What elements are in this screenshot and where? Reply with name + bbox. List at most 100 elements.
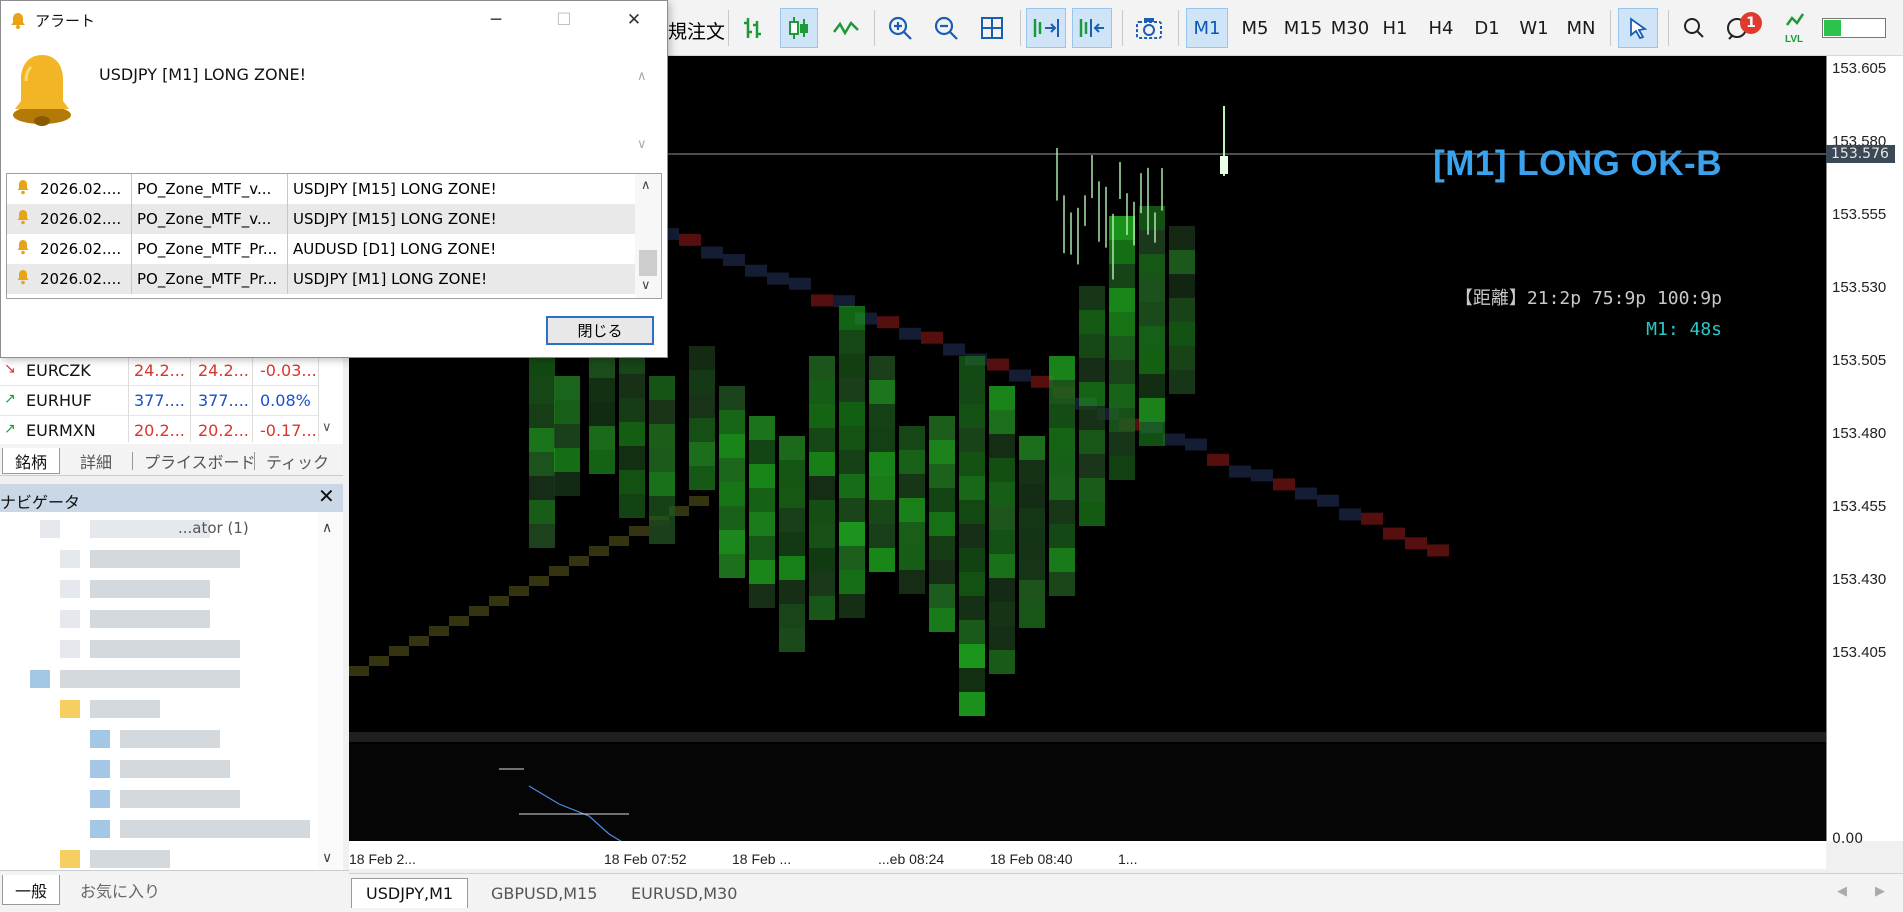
timeframe-m5[interactable]: M5	[1234, 8, 1276, 48]
candle-pixel	[689, 466, 715, 490]
market-watch-row[interactable]: ↗ EURMXN 20.2... 20.2... -0.17...	[0, 416, 318, 446]
zoom-out-button[interactable]	[928, 8, 964, 48]
tab-details[interactable]: 詳細	[80, 448, 112, 474]
tab-ticks[interactable]: ティック	[266, 448, 329, 474]
candle-pixel	[1109, 432, 1135, 456]
chevron-down-icon[interactable]: ∨	[641, 278, 651, 293]
candle-pixel	[1139, 374, 1165, 398]
candle-pixel	[779, 484, 805, 508]
price-label: 153.505	[1832, 352, 1887, 369]
market-watch-row[interactable]: ↘ EURCZK 24.2... 24.2... -0.03...	[0, 356, 318, 386]
message-scrollbar[interactable]: ∧ ∨	[635, 65, 653, 159]
timeframe-mn[interactable]: MN	[1558, 8, 1604, 48]
timeframe-w1[interactable]: W1	[1512, 8, 1556, 48]
tree-node-label[interactable]	[90, 850, 170, 868]
tree-node-label[interactable]	[90, 610, 210, 628]
tree-node-label[interactable]	[120, 760, 230, 778]
chart-tab-usdjpy-m1[interactable]: USDJPY,M1	[351, 878, 469, 908]
tree-node-label[interactable]	[90, 640, 240, 658]
candle-pixel	[869, 548, 895, 572]
candle-pixel	[839, 546, 865, 570]
price-label: 153.605	[1832, 60, 1887, 77]
candle-pixel	[719, 458, 745, 482]
candle-pixel	[1049, 548, 1075, 572]
timeframe-m15[interactable]: M15	[1278, 8, 1328, 48]
price-label: 153.405	[1832, 644, 1887, 661]
tree-node-label[interactable]	[60, 670, 240, 688]
bar-chart-button[interactable]	[736, 8, 770, 48]
tab-favorites[interactable]: お気に入り	[80, 875, 160, 905]
candle-pixel	[779, 604, 805, 628]
chart-shift-button[interactable]	[1072, 8, 1112, 48]
tab-symbols[interactable]: 銘柄	[2, 448, 61, 474]
tab-price-board[interactable]: プライスボード	[144, 448, 256, 474]
chevron-down-icon[interactable]: ∨	[322, 850, 332, 866]
tabs-scroll-right-icon[interactable]: ▶	[1875, 884, 1885, 899]
tabs-scroll-left-icon[interactable]: ◀	[1837, 884, 1847, 899]
lvl-button[interactable]: LVL	[1780, 8, 1816, 48]
new-order-label[interactable]: 規注文	[668, 17, 725, 44]
alert-row[interactable]: 2026.02.... PO_Zone_MTF_Pr... USDJPY [M1…	[7, 264, 635, 294]
time-axis[interactable]	[349, 841, 1826, 869]
search-button[interactable]	[1676, 8, 1712, 48]
toolbar-separator	[1610, 10, 1611, 46]
zone-block	[987, 358, 1009, 371]
timeframe-m1[interactable]: M1	[1186, 8, 1228, 48]
candle-pixel	[929, 560, 955, 584]
cursor-button[interactable]	[1618, 8, 1658, 48]
tree-node-label[interactable]	[120, 790, 240, 808]
timeframe-h1[interactable]: H1	[1374, 8, 1416, 48]
chevron-down-icon[interactable]: ∨	[637, 137, 647, 152]
zoom-in-button[interactable]	[882, 8, 918, 48]
tree-node-label[interactable]: ...ator (1)	[178, 519, 249, 537]
candle-pixel	[929, 536, 955, 560]
chevron-up-icon[interactable]: ∧	[637, 69, 647, 84]
alert-row[interactable]: 2026.02.... PO_Zone_MTF_v... USDJPY [M15…	[7, 204, 635, 234]
scrollbar-thumb[interactable]	[639, 250, 657, 276]
tree-node-label[interactable]	[120, 730, 220, 748]
alert-row[interactable]: 2026.02.... PO_Zone_MTF_v... USDJPY [M15…	[7, 174, 635, 204]
candle-pixel	[929, 440, 955, 464]
timeframe-d1[interactable]: D1	[1466, 8, 1508, 48]
tree-node-label[interactable]	[120, 820, 310, 838]
price-axis[interactable]	[1826, 56, 1903, 841]
candle-pixel	[589, 402, 615, 426]
dialog-close-button[interactable]: ✕	[611, 5, 657, 35]
candle-pixel	[554, 448, 580, 472]
timeframe-h4[interactable]: H4	[1420, 8, 1462, 48]
zone-block	[1229, 465, 1251, 478]
auto-scroll-button[interactable]	[1026, 8, 1066, 48]
candle-pixel	[839, 354, 865, 378]
toolbar-separator	[1020, 10, 1021, 46]
tree-node-label[interactable]	[90, 700, 160, 718]
line-chart-button[interactable]	[828, 8, 864, 48]
candle-pixel	[989, 650, 1015, 674]
tree-node-label[interactable]	[90, 580, 210, 598]
tab-general[interactable]: 一般	[2, 875, 61, 905]
close-icon[interactable]: ✕	[318, 484, 335, 508]
navigator-scrollbar[interactable]	[318, 512, 343, 870]
timeframe-m30[interactable]: M30	[1324, 8, 1376, 48]
close-button[interactable]: 閉じる	[546, 316, 654, 345]
chevron-up-icon[interactable]: ∧	[322, 520, 332, 536]
time-label: 18 Feb ...	[732, 851, 792, 867]
tile-windows-button[interactable]	[974, 8, 1010, 48]
candlestick-chart-button[interactable]	[780, 8, 818, 48]
screenshot-button[interactable]	[1130, 8, 1168, 48]
tree-node-label[interactable]	[90, 550, 240, 568]
chevron-down-icon[interactable]: ∨	[322, 420, 332, 435]
chart-tab-eurusd-m30[interactable]: EURUSD,M30	[631, 878, 737, 908]
alert-title-bar[interactable]: アラート ─ ☐ ✕	[1, 1, 667, 39]
alert-row[interactable]: 2026.02.... PO_Zone_MTF_Pr... AUDUSD [D1…	[7, 234, 635, 264]
candle-pixel	[689, 394, 715, 418]
market-watch-row[interactable]: ↗ EURHUF 377.... 377.... 0.08%	[0, 386, 318, 416]
candle-pixel	[899, 450, 925, 474]
chevron-up-icon[interactable]: ∧	[641, 178, 651, 193]
chart-tab-gbpusd-m15[interactable]: GBPUSD,M15	[491, 878, 597, 908]
candle-pixel	[779, 436, 805, 460]
close-icon: ✕	[626, 10, 642, 30]
minimize-button[interactable]: ─	[473, 5, 519, 35]
price-label: 153.555	[1832, 206, 1887, 223]
current-price-tag: 153.576	[1826, 145, 1895, 163]
candle-pixel	[1169, 274, 1195, 298]
